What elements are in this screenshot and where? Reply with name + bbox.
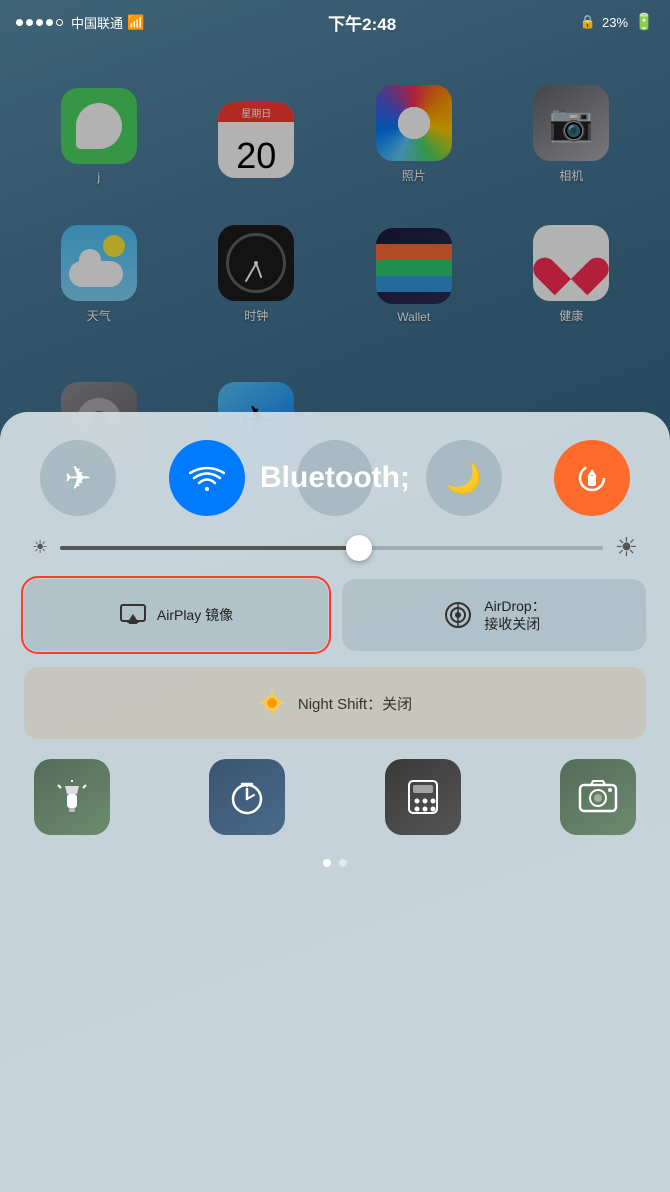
airplay-icon <box>119 601 147 629</box>
bluetooth-icon: Bluetooth; <box>260 461 410 495</box>
status-right: 🔒 23% 🔋 <box>580 12 654 32</box>
carrier-label: 中国联通 <box>71 13 123 32</box>
airplay-button[interactable]: AirPlay 镜像 <box>24 579 328 651</box>
bluetooth-toggle[interactable]: Bluetooth; <box>297 440 373 516</box>
timer-icon-svg <box>227 777 267 817</box>
battery-icon: 🔋 <box>634 12 654 32</box>
brightness-min-icon: ☀ <box>32 537 48 558</box>
button-row: AirPlay 镜像 AirDrop： 接收关闭 <box>24 579 646 651</box>
bottom-apps-row <box>24 759 646 835</box>
wifi-toggle[interactable] <box>169 440 245 516</box>
signal-dot-3 <box>36 19 43 26</box>
wifi-icon: 📶 <box>127 14 144 31</box>
brightness-slider-track[interactable] <box>60 546 603 550</box>
airdrop-button[interactable]: AirDrop： 接收关闭 <box>342 579 646 651</box>
status-bar: 中国联通 📶 下午2:48 🔒 23% 🔋 <box>0 0 670 44</box>
airdrop-label: AirDrop： 接收关闭 <box>484 597 545 633</box>
rotation-lock-icon <box>575 461 609 495</box>
night-shift-icon <box>258 689 286 717</box>
toggle-row: ✈ Bluetooth; 🌙 <box>24 440 646 516</box>
calculator-app-icon[interactable] <box>385 759 461 835</box>
airplane-icon: ✈ <box>65 459 92 497</box>
status-time: 下午2:48 <box>328 10 396 35</box>
status-left: 中国联通 📶 <box>16 13 144 32</box>
brightness-slider-fill <box>60 546 358 550</box>
signal-dot-5 <box>56 19 63 26</box>
moon-icon: 🌙 <box>445 461 482 496</box>
night-shift-button[interactable]: Night Shift：关闭 <box>24 667 646 739</box>
screenshot-app-icon[interactable] <box>560 759 636 835</box>
screenshot-icon-svg <box>578 779 618 815</box>
torch-app-icon[interactable] <box>34 759 110 835</box>
rotation-toggle[interactable] <box>554 440 630 516</box>
calculator-icon-svg <box>405 777 441 817</box>
signal-dots <box>16 19 63 26</box>
control-center: ✈ Bluetooth; 🌙 <box>0 412 670 1192</box>
page-dot-1 <box>323 859 331 867</box>
battery-percent: 23% <box>602 15 628 30</box>
airplay-label: AirPlay 镜像 <box>157 606 233 624</box>
signal-dot-4 <box>46 19 53 26</box>
page-dot-2 <box>339 859 347 867</box>
brightness-max-icon: ☀ <box>615 532 638 563</box>
brightness-row: ☀ ☀ <box>24 532 646 563</box>
airplane-toggle[interactable]: ✈ <box>40 440 116 516</box>
brightness-slider-thumb[interactable] <box>346 535 372 561</box>
airdrop-icon-svg <box>442 599 474 631</box>
wifi-icon-svg <box>189 463 225 493</box>
lock-icon: 🔒 <box>580 14 596 30</box>
donotdisturb-toggle[interactable]: 🌙 <box>426 440 502 516</box>
torch-icon-svg <box>55 780 89 814</box>
signal-dot-2 <box>26 19 33 26</box>
night-shift-label: Night Shift：关闭 <box>298 693 412 714</box>
airplay-icon-svg <box>119 601 147 629</box>
signal-dot-1 <box>16 19 23 26</box>
page-dots <box>24 859 646 867</box>
timer-app-icon[interactable] <box>209 759 285 835</box>
